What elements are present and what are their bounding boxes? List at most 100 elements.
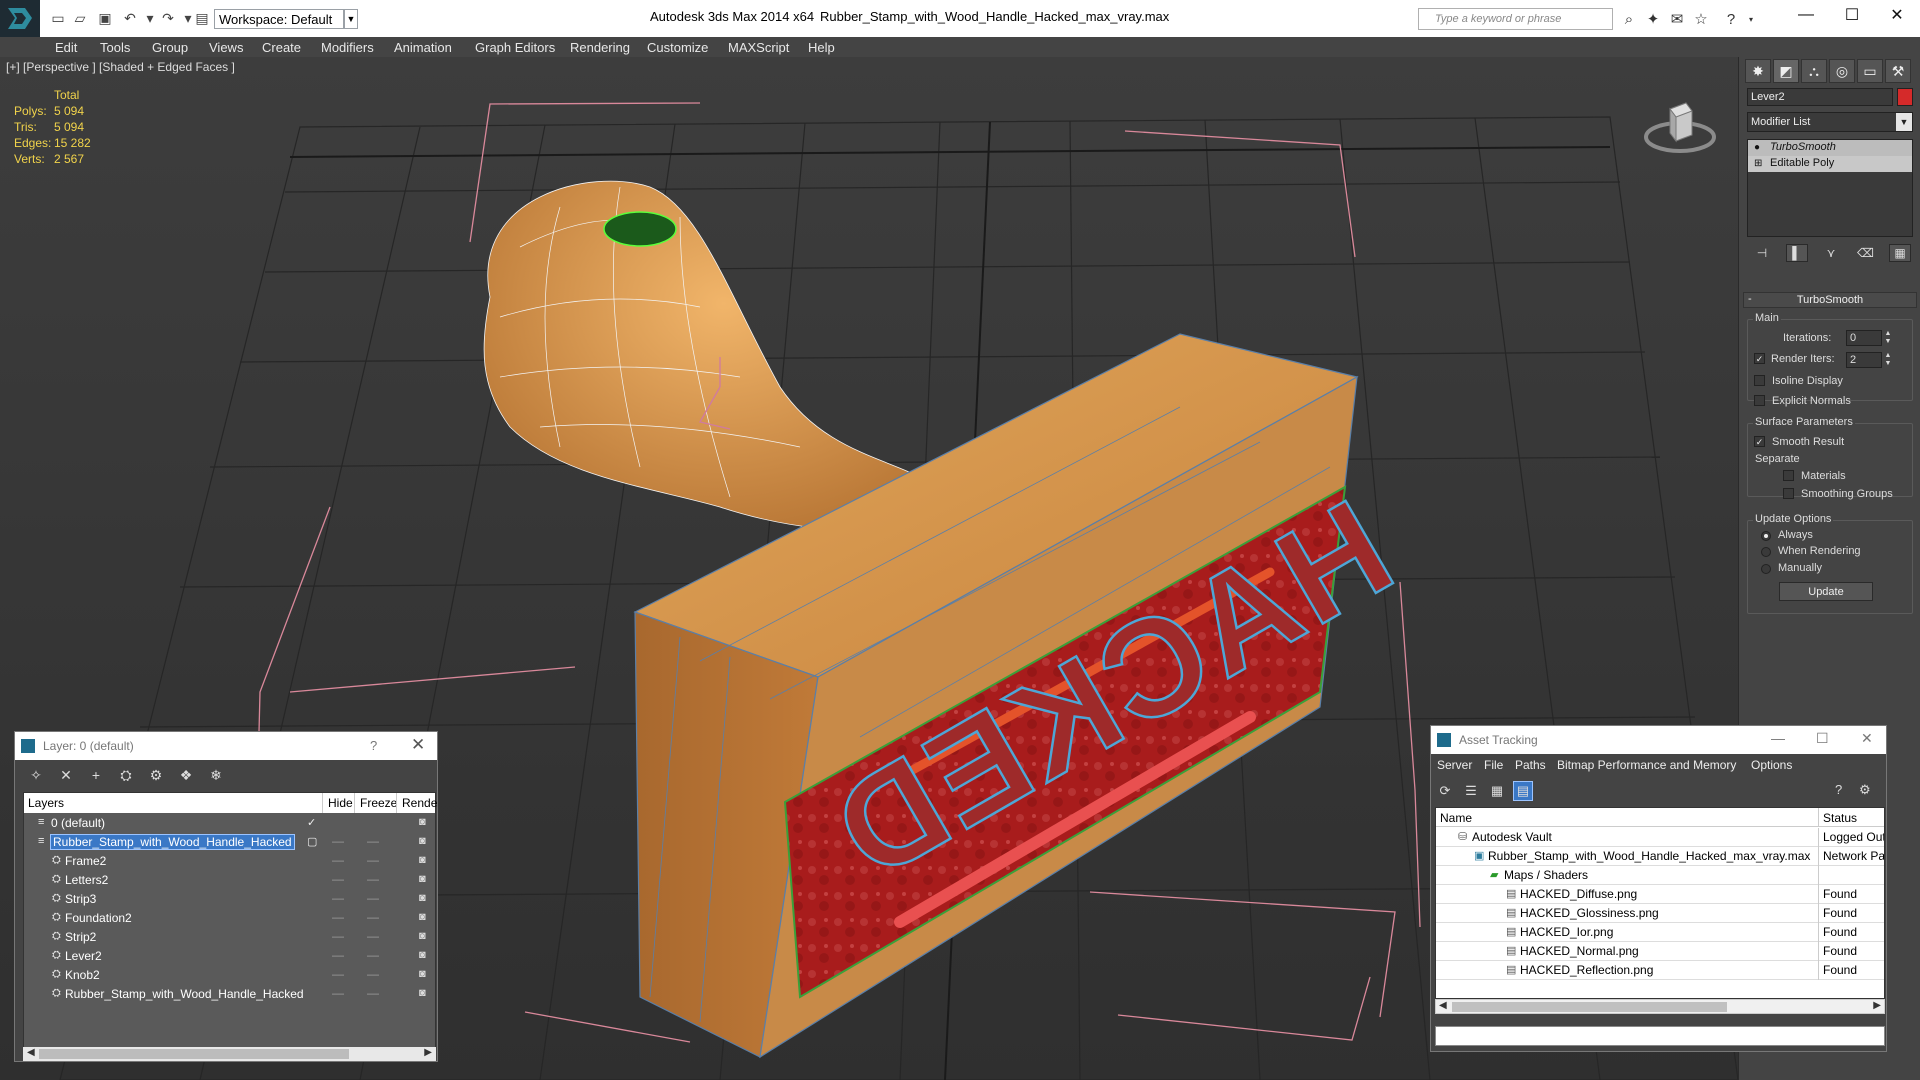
- asset-row[interactable]: ▤ HACKED_Normal.png Found: [1436, 942, 1884, 961]
- layer-row-name[interactable]: Strip2: [65, 930, 96, 944]
- hide-all-icon[interactable]: ❖: [175, 765, 197, 785]
- maximize-button[interactable]: ☐: [1829, 0, 1875, 30]
- scroll-left-icon[interactable]: ◀: [27, 1047, 35, 1058]
- asset-path-field[interactable]: [1435, 1026, 1885, 1046]
- menu-help[interactable]: Help: [808, 40, 835, 55]
- undo-dropdown-icon[interactable]: ▾: [140, 8, 160, 28]
- show-end-result-icon[interactable]: ▌: [1785, 244, 1808, 262]
- refresh-icon[interactable]: ⟳: [1435, 781, 1455, 801]
- spinner-arrows-icon[interactable]: ▲ ▼: [1884, 330, 1892, 346]
- communication-center-icon[interactable]: ✉: [1666, 9, 1688, 29]
- layer-row-name[interactable]: Letters2: [65, 873, 108, 887]
- assets-horizontal-scrollbar[interactable]: ◀ ▶: [1435, 999, 1885, 1014]
- menu-group[interactable]: Group: [152, 40, 188, 55]
- undo-icon[interactable]: ↶: [120, 8, 140, 28]
- layer-row-name[interactable]: 0 (default): [51, 816, 105, 830]
- modifier-list-dropdown[interactable]: Modifier List ▼: [1747, 112, 1913, 132]
- asset-row[interactable]: ▤ HACKED_Glossiness.png Found: [1436, 904, 1884, 923]
- render-teapot-icon[interactable]: ◙: [419, 835, 426, 847]
- turbosmooth-rollout-header[interactable]: - TurboSmooth: [1743, 292, 1917, 308]
- asset-row[interactable]: ▣ Rubber_Stamp_with_Wood_Handle_Hacked_ma…: [1436, 847, 1884, 866]
- always-radio[interactable]: [1761, 531, 1771, 541]
- lightbulb-icon[interactable]: ●: [1754, 142, 1760, 153]
- layer-row[interactable]: ⛭ Rubber_Stamp_with_Wood_Handle_Hacked — — ◙: [24, 985, 435, 1004]
- utilities-tab-icon[interactable]: ⚒: [1885, 59, 1911, 83]
- menu-bitmap-performance[interactable]: Bitmap Performance and Memory: [1557, 758, 1736, 772]
- close-button[interactable]: ✕: [1874, 0, 1920, 30]
- workspace-dropdown-icon[interactable]: ▼: [344, 9, 358, 29]
- menu-customize[interactable]: Customize: [647, 40, 708, 55]
- layer-row[interactable]: ≡ Rubber_Stamp_with_Wood_Handle_Hacked ▢ — —…: [24, 833, 435, 852]
- modify-tab-icon[interactable]: ◩: [1773, 59, 1799, 83]
- render-teapot-icon[interactable]: ◙: [419, 816, 426, 828]
- hide-toggle[interactable]: —: [332, 910, 344, 924]
- layer-row-name[interactable]: Knob2: [65, 968, 100, 982]
- menu-tools[interactable]: Tools: [100, 40, 130, 55]
- remove-modifier-icon[interactable]: ⌫: [1855, 244, 1877, 262]
- render-teapot-icon[interactable]: ◙: [419, 930, 426, 942]
- scroll-right-icon[interactable]: ▶: [1873, 1000, 1881, 1011]
- update-button[interactable]: Update: [1779, 582, 1873, 601]
- menu-create[interactable]: Create: [262, 40, 301, 55]
- render-teapot-icon[interactable]: ◙: [419, 987, 426, 999]
- highlight-selected-icon[interactable]: ⚙: [145, 765, 167, 785]
- search-input[interactable]: Type a keyword or phrase: [1418, 8, 1613, 30]
- freeze-toggle[interactable]: —: [367, 967, 379, 981]
- layer-row-name[interactable]: Lever2: [65, 949, 102, 963]
- render-iters-spinner[interactable]: 2: [1846, 352, 1882, 368]
- column-name[interactable]: Name: [1440, 811, 1472, 825]
- current-layer-check-icon[interactable]: ✓: [307, 816, 316, 829]
- menu-paths[interactable]: Paths: [1515, 758, 1546, 772]
- new-layer-icon[interactable]: ✧: [25, 765, 47, 785]
- save-file-icon[interactable]: ▣: [95, 8, 115, 28]
- help-icon[interactable]: ?: [1720, 9, 1742, 29]
- hide-toggle[interactable]: —: [332, 929, 344, 943]
- freeze-toggle[interactable]: —: [367, 872, 379, 886]
- layer-row-name[interactable]: Foundation2: [65, 911, 132, 925]
- freeze-toggle[interactable]: —: [367, 891, 379, 905]
- menu-modifiers[interactable]: Modifiers: [321, 40, 374, 55]
- add-to-layer-icon[interactable]: +: [85, 765, 107, 785]
- scroll-left-icon[interactable]: ◀: [1439, 1000, 1447, 1011]
- asset-row[interactable]: ▰ Maps / Shaders: [1436, 866, 1884, 885]
- layers-horizontal-scrollbar[interactable]: ◀ ▶: [23, 1047, 436, 1061]
- layer-dialog-titlebar[interactable]: Layer: 0 (default) ? ✕: [15, 732, 437, 760]
- freeze-toggle[interactable]: —: [367, 834, 379, 848]
- close-icon[interactable]: ✕: [1861, 730, 1873, 747]
- scroll-thumb[interactable]: [39, 1049, 349, 1059]
- layer-row[interactable]: ⛭ Knob2 — — ◙: [24, 966, 435, 985]
- asset-row[interactable]: ▤ HACKED_Ior.png Found: [1436, 923, 1884, 942]
- viewcube-icon[interactable]: [1640, 85, 1720, 165]
- freeze-toggle[interactable]: —: [367, 910, 379, 924]
- render-teapot-icon[interactable]: ◙: [419, 911, 426, 923]
- layer-row-name[interactable]: Rubber_Stamp_with_Wood_Handle_Hacked: [50, 834, 295, 850]
- column-render[interactable]: Rende: [402, 796, 437, 810]
- hide-toggle[interactable]: —: [332, 872, 344, 886]
- layer-row[interactable]: ⛭ Frame2 — — ◙: [24, 852, 435, 871]
- render-teapot-icon[interactable]: ◙: [419, 854, 426, 866]
- options-icon[interactable]: ⚙: [1859, 782, 1871, 798]
- binoculars-icon[interactable]: ⌕: [1618, 9, 1640, 29]
- smoothing-groups-checkbox[interactable]: [1783, 488, 1794, 499]
- layer-row[interactable]: ⛭ Lever2 — — ◙: [24, 947, 435, 966]
- subscription-icon[interactable]: ✦: [1642, 9, 1664, 29]
- menu-maxscript[interactable]: MAXScript: [728, 40, 789, 55]
- hide-toggle[interactable]: —: [332, 967, 344, 981]
- manually-radio[interactable]: [1761, 564, 1771, 574]
- freeze-toggle[interactable]: —: [367, 853, 379, 867]
- column-layers[interactable]: Layers: [28, 796, 64, 810]
- motion-tab-icon[interactable]: ◎: [1829, 59, 1855, 83]
- menu-views[interactable]: Views: [209, 40, 243, 55]
- iterations-spinner[interactable]: 0: [1846, 330, 1882, 346]
- asset-row[interactable]: ⛁ Autodesk Vault Logged Out: [1436, 828, 1884, 847]
- table-view-icon[interactable]: ▤: [1513, 781, 1533, 801]
- expand-plus-icon[interactable]: ⊞: [1754, 158, 1762, 169]
- app-logo-button[interactable]: [0, 0, 40, 37]
- render-teapot-icon[interactable]: ◙: [419, 873, 426, 885]
- menu-graph-editors[interactable]: Graph Editors: [475, 40, 555, 55]
- render-iters-checkbox[interactable]: ✓: [1754, 353, 1765, 364]
- layer-row[interactable]: ⛭ Foundation2 — — ◙: [24, 909, 435, 928]
- chevron-down-icon[interactable]: ▼: [1896, 113, 1912, 131]
- isoline-display-checkbox[interactable]: [1754, 375, 1765, 386]
- make-unique-icon[interactable]: ⋎: [1820, 244, 1842, 262]
